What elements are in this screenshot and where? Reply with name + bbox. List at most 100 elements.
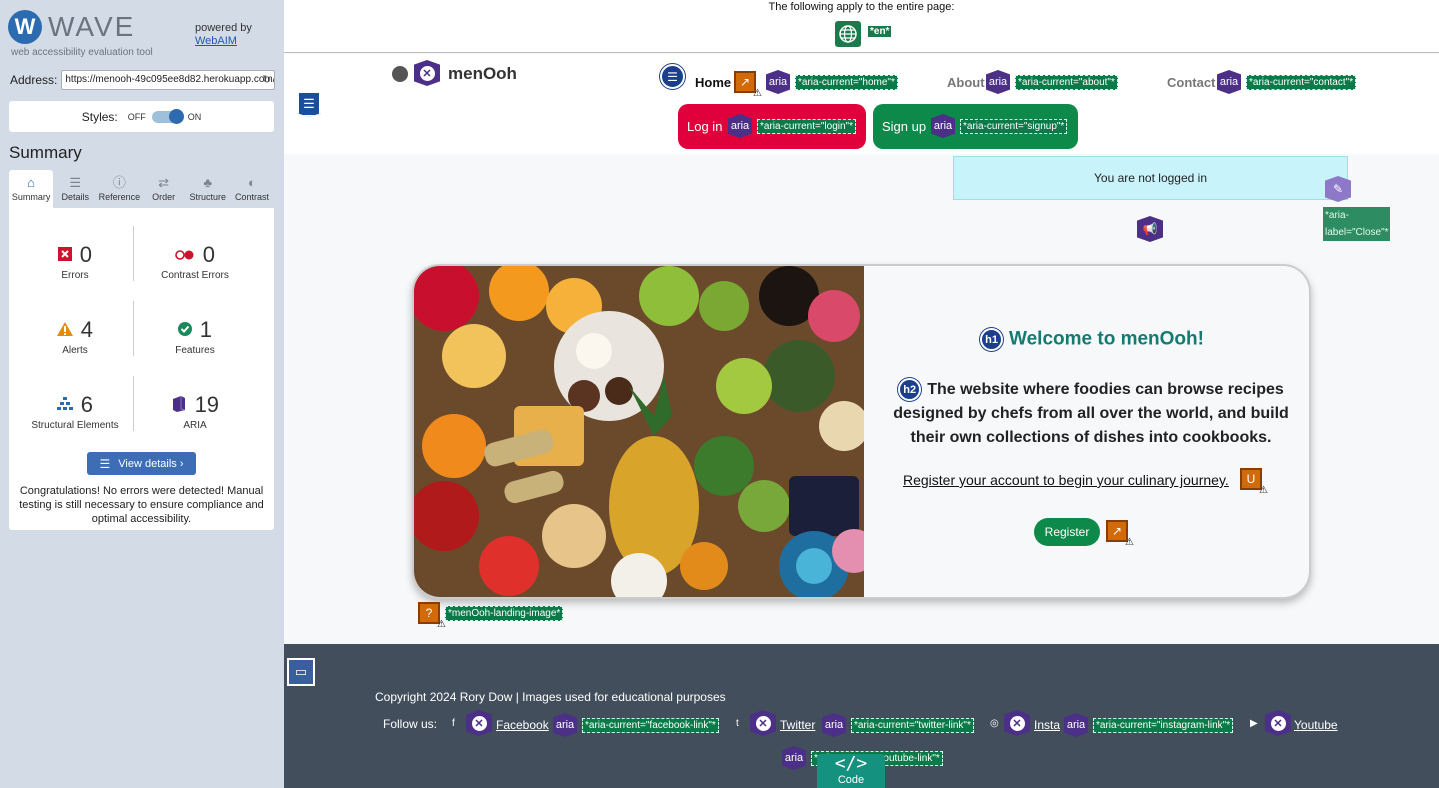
aria-hidden-icon[interactable]: ✕: [1004, 710, 1030, 736]
tab-order-label: Order: [152, 192, 176, 202]
stat-alerts[interactable]: 4 Alerts: [15, 317, 135, 356]
login-button[interactable]: Log in aria *aria-current="login"*: [678, 104, 866, 149]
page-wide-note: The following apply to the entire page:: [768, 1, 955, 13]
view-details-button[interactable]: ☰ View details ›: [87, 452, 196, 475]
aria-current-contact-tag: *aria-current="contact"*: [1246, 75, 1357, 90]
stat-features[interactable]: 1 Features: [135, 317, 255, 356]
twitter-link[interactable]: Twitter: [780, 718, 815, 732]
aria-hidden-icon[interactable]: ✕: [414, 60, 440, 86]
aria-current-login-tag: *aria-current="login"*: [757, 119, 856, 134]
youtube-link[interactable]: Youtube: [1294, 718, 1338, 732]
wave-logo[interactable]: W WAVE: [8, 10, 135, 44]
stat-errors[interactable]: 0 Errors: [15, 242, 135, 281]
features-label: Features: [175, 345, 215, 356]
tab-contrast-label: Contrast: [234, 192, 269, 202]
h1-badge-icon[interactable]: h1: [980, 328, 1004, 351]
order-icon: ⇄: [158, 175, 170, 190]
home-icon: ⌂: [27, 175, 36, 190]
instagram-link[interactable]: Insta: [1034, 718, 1060, 732]
powered-by: powered by WebAIM: [195, 22, 252, 48]
image-alt-tag: *menOoh-landing-image*: [445, 606, 564, 621]
register-account-link[interactable]: Register your account to begin your culi…: [903, 472, 1229, 488]
globe-icon[interactable]: [835, 21, 861, 47]
tab-details[interactable]: ☰ Details: [53, 170, 97, 208]
aria-icon-label: aria: [988, 76, 1008, 88]
errors-count: 0: [79, 242, 92, 267]
twitter-icon: t: [736, 718, 739, 729]
signup-button[interactable]: Sign up aria *aria-current="signup"*: [873, 104, 1078, 149]
code-panel-tab[interactable]: </> Code: [817, 754, 885, 788]
aria-label-icon[interactable]: ✎: [1325, 176, 1351, 202]
redundant-link-alert-icon[interactable]: ↗: [1106, 520, 1134, 548]
css-icon[interactable]: ☰: [297, 91, 321, 117]
aria-hidden-icon[interactable]: ✕: [1265, 710, 1291, 736]
address-row: Address: https://menooh-49c095ee8d82.her…: [10, 70, 276, 90]
stat-aria[interactable]: 19 ARIA: [135, 392, 255, 431]
page-title: h1 Welcome to menOoh!: [882, 328, 1302, 351]
brand-name: menOoh: [448, 64, 517, 83]
address-label: Address:: [10, 73, 58, 87]
aria-icon[interactable]: aria: [782, 746, 806, 770]
underlined-text-alert-icon[interactable]: U: [1240, 468, 1268, 496]
brand[interactable]: ✕ menOoh: [392, 60, 517, 86]
suspicious-alt-alert-icon[interactable]: ?: [418, 602, 446, 630]
contrast-errors-count: 0: [202, 242, 215, 267]
tab-summary[interactable]: ⌂ Summary: [9, 170, 54, 208]
aria-icon[interactable]: aria: [1064, 713, 1088, 737]
tab-contrast[interactable]: ◐ Contrast: [230, 170, 274, 208]
list-icon[interactable]: ☰: [660, 64, 685, 89]
evaluated-page: The following apply to the entire page: …: [284, 0, 1439, 788]
aria-icon-label: aria: [933, 120, 953, 132]
styles-toggle[interactable]: [151, 108, 184, 124]
summary-panel: 0 Errors 0 Contrast Errors 4 Alerts 1 Fe…: [9, 208, 274, 530]
follow-us-label: Follow us:: [383, 717, 438, 731]
facebook-link[interactable]: Facebook: [496, 718, 549, 732]
styles-on-label: ON: [187, 111, 202, 122]
page-wide-notes: The following apply to the entire page: …: [284, 0, 1439, 53]
instagram-icon: ◎: [990, 718, 999, 729]
register-button[interactable]: Register: [1034, 518, 1100, 546]
aria-icon[interactable]: aria: [766, 70, 790, 94]
footer-region-icon[interactable]: ▭: [287, 658, 315, 686]
tab-order[interactable]: ⇄ Order: [142, 170, 186, 208]
refresh-icon[interactable]: ↻: [262, 73, 271, 86]
tab-structure[interactable]: ♣ Structure: [186, 170, 230, 208]
toggle-knob: [168, 108, 184, 124]
aria-current-about-tag: *aria-current="about"*: [1015, 75, 1118, 90]
copyright-text: Copyright 2024 Rory Dow | Images used fo…: [375, 690, 726, 704]
webaim-link[interactable]: WebAIM: [195, 35, 252, 48]
features-count: 1: [199, 317, 212, 342]
address-input[interactable]: https://menooh-49c095ee8d82.herokuapp.co…: [61, 70, 276, 90]
aria-hidden-icon[interactable]: ✕: [466, 710, 492, 736]
aria-current-instagram-tag: *aria-current="instagram-link"*: [1093, 718, 1234, 733]
alerts-count: 4: [80, 317, 93, 342]
h2-badge-icon[interactable]: h2: [898, 378, 922, 402]
aria-icon[interactable]: aria: [1217, 70, 1241, 94]
contrast-error-icon: [175, 248, 195, 263]
login-label: Log in: [687, 119, 723, 134]
contrast-errors-label: Contrast Errors: [161, 270, 229, 281]
nav-home[interactable]: Home: [695, 75, 731, 90]
stat-contrast-errors[interactable]: 0 Contrast Errors: [135, 242, 255, 281]
redundant-link-alert-icon[interactable]: ↗: [734, 71, 762, 99]
aria-icon[interactable]: aria: [553, 713, 577, 737]
nav-about[interactable]: About: [947, 75, 985, 90]
list-icon: ☰: [69, 175, 82, 190]
stat-structural[interactable]: 6 Structural Elements: [15, 392, 135, 431]
list-icon: ☰: [99, 456, 111, 471]
tab-summary-label: Summary: [11, 192, 51, 202]
aria-icon[interactable]: aria: [986, 70, 1010, 94]
styles-label: Styles:: [81, 109, 118, 124]
nav-contact[interactable]: Contact: [1167, 75, 1215, 90]
tab-reference[interactable]: ⓘ Reference: [97, 170, 141, 208]
structure-icon: ♣: [203, 175, 213, 190]
welcome-heading: Welcome to menOoh!: [1009, 328, 1204, 350]
aria-icon[interactable]: aria: [931, 114, 955, 138]
aria-current-facebook-tag: *aria-current="facebook-link"*: [582, 718, 719, 733]
aria-icon[interactable]: aria: [822, 713, 846, 737]
code-icon: </>: [834, 753, 868, 774]
aria-live-icon[interactable]: 📢: [1137, 216, 1163, 242]
view-details-label: View details ›: [118, 457, 184, 470]
aria-hidden-icon[interactable]: ✕: [750, 710, 776, 736]
aria-icon[interactable]: aria: [728, 114, 752, 138]
